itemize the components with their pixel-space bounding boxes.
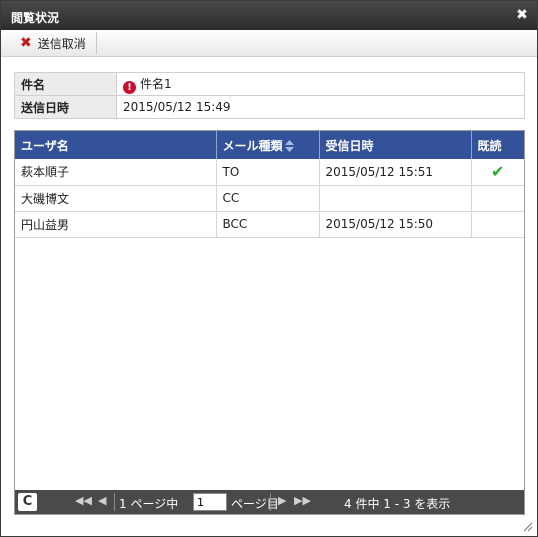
cell-mail-type: TO — [216, 159, 320, 186]
cancel-x-icon: ✖ — [20, 35, 32, 51]
cell-received: 2015/05/12 15:51 — [319, 159, 472, 186]
column-received[interactable]: 受信日時 — [319, 131, 472, 159]
table-row[interactable]: 萩本順子 TO 2015/05/12 15:51 ✔ — [15, 159, 524, 186]
page-number-input[interactable] — [193, 493, 227, 511]
subject-key: 件名 — [14, 72, 117, 96]
page-suffix: ページ目 — [231, 497, 279, 511]
cell-received: 2015/05/12 15:50 — [319, 211, 472, 238]
column-mail-type[interactable]: メール種類 — [216, 131, 320, 159]
sort-icon[interactable] — [284, 140, 294, 152]
subject-value: 件名1 — [140, 76, 172, 91]
next-page-icon[interactable]: ▶ — [278, 494, 286, 507]
refresh-icon[interactable]: C — [18, 493, 37, 511]
sent-date-value: 2015/05/12 15:49 — [116, 95, 525, 119]
cell-user: 萩本順子 — [15, 159, 217, 186]
read-status-dialog: 閲覧状況 ✖ ✖ 送信取消 件名 ! 件名1 送信日時 2015/05/12 15… — [0, 0, 538, 537]
cell-user: 大磯博文 — [15, 185, 217, 212]
subject-row: 件名 ! 件名1 — [14, 72, 525, 96]
column-user-label: ユーザ名 — [21, 138, 69, 153]
pager: C ◀◀ ◀ 1 ページ中 ページ目 ▶ ▶▶ 4 件中 1 - 3 を表示 — [15, 490, 524, 514]
important-icon: ! — [123, 80, 136, 94]
column-read-label: 既読 — [477, 138, 502, 153]
pager-divider — [114, 493, 115, 511]
cancel-send-label: 送信取消 — [37, 36, 86, 51]
table-row[interactable]: 円山益男 BCC 2015/05/12 15:50 — [15, 211, 524, 238]
cancel-send-button[interactable]: ✖ 送信取消 — [10, 32, 97, 54]
cell-read: ✔ — [471, 159, 524, 186]
prev-page-icon[interactable]: ◀ — [98, 494, 106, 507]
cell-read — [471, 185, 524, 212]
table-row[interactable]: 大磯博文 CC — [15, 185, 524, 212]
cell-read — [471, 211, 524, 238]
sent-date-row: 送信日時 2015/05/12 15:49 — [14, 95, 525, 119]
record-summary: 4 件中 1 - 3 を表示 — [344, 497, 451, 511]
toolbar: ✖ 送信取消 — [1, 30, 537, 57]
grid-header-row: ユーザ名 メール種類 受信日時 既読 — [15, 131, 524, 159]
recipients-grid: ユーザ名 メール種類 受信日時 既読 萩本順子 TO 2015/05/12 15… — [14, 130, 525, 515]
cell-mail-type: BCC — [216, 211, 320, 238]
message-info-table: 件名 ! 件名1 送信日時 2015/05/12 15:49 — [14, 72, 525, 119]
column-read[interactable]: 既読 — [471, 131, 524, 159]
check-icon: ✔ — [491, 162, 505, 182]
column-received-label: 受信日時 — [325, 138, 374, 153]
column-mail-type-label: メール種類 — [222, 138, 283, 153]
page-prefix: 1 ページ中 — [119, 497, 179, 511]
column-user[interactable]: ユーザ名 — [15, 131, 217, 159]
subject-value-cell: ! 件名1 — [116, 72, 525, 96]
cell-received — [319, 185, 472, 212]
last-page-icon[interactable]: ▶▶ — [294, 494, 311, 507]
resize-handle-icon[interactable] — [523, 522, 533, 532]
close-icon[interactable]: ✖ — [515, 7, 529, 23]
cell-user: 円山益男 — [15, 211, 217, 238]
dialog-titlebar[interactable]: 閲覧状況 ✖ — [1, 1, 537, 30]
cell-mail-type: CC — [216, 185, 320, 212]
dialog-title: 閲覧状況 — [11, 11, 60, 25]
first-page-icon[interactable]: ◀◀ — [75, 494, 92, 507]
recipients-table: ユーザ名 メール種類 受信日時 既読 萩本順子 TO 2015/05/12 15… — [15, 131, 524, 238]
sent-date-key: 送信日時 — [14, 95, 117, 119]
pager-divider — [270, 493, 271, 511]
